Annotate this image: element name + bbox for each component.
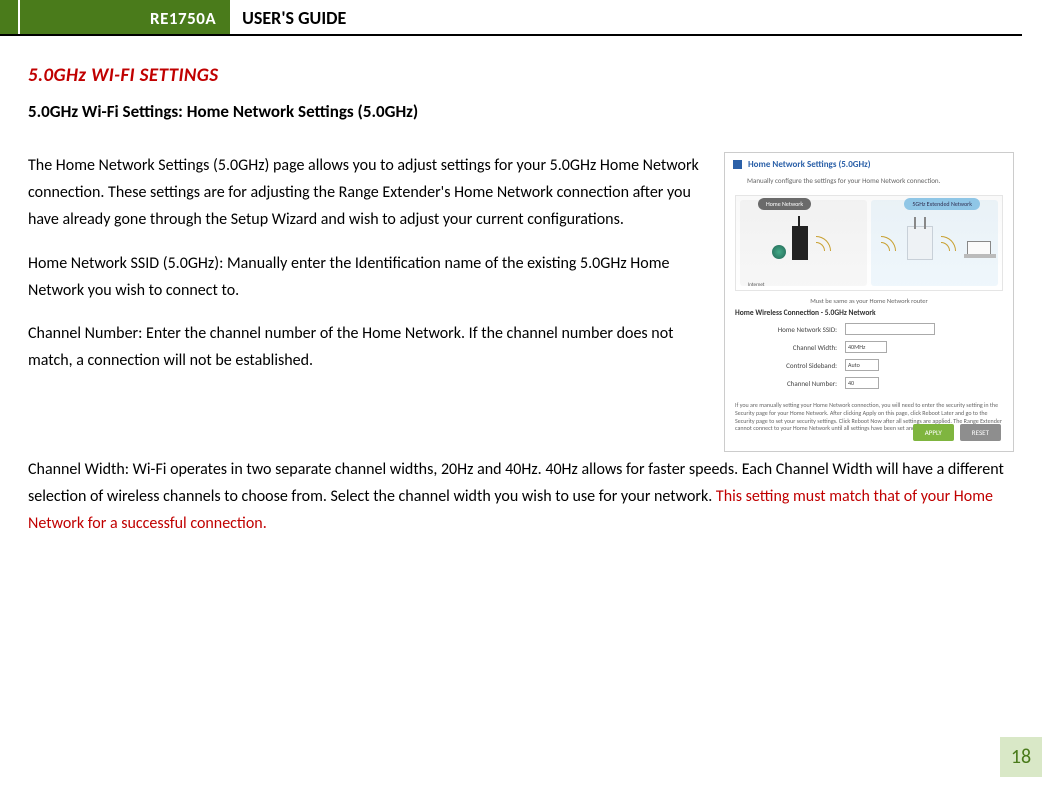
paragraph-ssid: Home Network SSID (5.0GHz): Manually ent…: [28, 250, 706, 304]
globe-icon: [772, 245, 786, 259]
header-accent: [0, 0, 20, 34]
wifi-icon: [814, 232, 836, 254]
wifi-icon: [939, 232, 961, 254]
ssid-label: Home Network SSID:: [735, 325, 845, 334]
paragraph-channel-number: Channel Number: Enter the channel number…: [28, 320, 706, 374]
extended-network-box: 5GHz Extended Network: [871, 200, 998, 286]
channel-number-select[interactable]: 40: [845, 377, 879, 389]
product-name: RE1750A: [20, 0, 230, 34]
figure-subtitle: Manually configure the settings for your…: [725, 176, 1013, 191]
wifi-icon: [879, 232, 901, 254]
channel-width-select[interactable]: 40MHz: [845, 341, 887, 353]
network-diagram: Home Network Internet 5GHz Extended Netw…: [735, 195, 1003, 291]
channel-width-label: Channel Width:: [735, 343, 845, 352]
section-subtitle: 5.0GHz Wi-Fi Settings: Home Network Sett…: [28, 101, 1014, 122]
figure-form: Home Network SSID: Channel Width: 40MHz …: [735, 320, 1003, 392]
ssid-input[interactable]: [845, 323, 935, 335]
header-bar: RE1750A USER'S GUIDE: [0, 0, 1022, 36]
sideband-select[interactable]: Auto: [845, 359, 879, 371]
square-bullet-icon: [733, 160, 742, 169]
paragraph-intro: The Home Network Settings (5.0GHz) page …: [28, 152, 706, 234]
page-number: 18: [998, 737, 1042, 777]
channel-number-label: Channel Number:: [735, 379, 845, 388]
extender-icon: [907, 226, 933, 260]
reset-button[interactable]: RESET: [960, 424, 1001, 441]
page-content: 5.0GHz WI-FI SETTINGS 5.0GHz Wi-Fi Setti…: [0, 36, 1042, 538]
sideband-label: Control Sideband:: [735, 361, 845, 370]
home-network-box: Home Network Internet: [740, 200, 867, 286]
section-title: 5.0GHz WI-FI SETTINGS: [28, 64, 1014, 87]
connection-title: Home Wireless Connection - 5.0GHz Networ…: [735, 309, 1003, 318]
diagram-caption: Must be same as your Home Network router: [735, 297, 1003, 305]
extended-network-pill: 5GHz Extended Network: [904, 198, 980, 210]
home-network-pill: Home Network: [758, 198, 811, 210]
router-icon: [792, 226, 808, 260]
figure-title-row: Home Network Settings (5.0GHz): [725, 153, 1013, 176]
laptop-icon: [967, 241, 991, 255]
body-text-column: The Home Network Settings (5.0GHz) page …: [28, 152, 706, 452]
apply-button[interactable]: APPLY: [913, 424, 954, 441]
figure-title: Home Network Settings (5.0GHz): [748, 159, 871, 170]
settings-screenshot: Home Network Settings (5.0GHz) Manually …: [724, 152, 1014, 452]
guide-title: USER'S GUIDE: [230, 0, 346, 34]
internet-label: Internet: [748, 282, 764, 288]
figure-button-row: APPLY RESET: [913, 424, 1001, 441]
page-number-stripe: [998, 36, 1042, 737]
paragraph-channel-width: Channel Width: Wi-Fi operates in two sep…: [28, 456, 1014, 538]
